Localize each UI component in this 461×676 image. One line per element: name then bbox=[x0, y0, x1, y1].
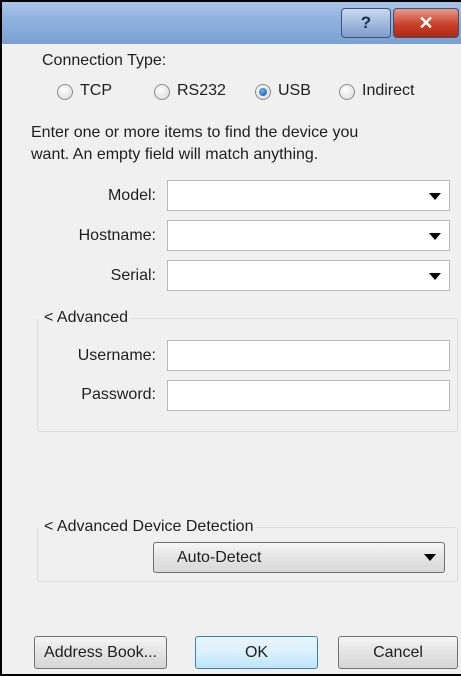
address-book-button[interactable]: Address Book... bbox=[34, 636, 167, 669]
connection-type-label: Connection Type: bbox=[42, 52, 167, 69]
help-button[interactable]: ? bbox=[341, 8, 391, 38]
radio-rs232[interactable] bbox=[154, 84, 170, 100]
model-combo[interactable] bbox=[167, 180, 450, 211]
username-field[interactable] bbox=[167, 340, 450, 371]
model-input[interactable] bbox=[168, 181, 449, 210]
password-label: Password: bbox=[81, 386, 156, 403]
advanced-detection-toggle[interactable]: < Advanced Device Detection bbox=[39, 518, 257, 536]
radio-indirect-label[interactable]: Indirect bbox=[362, 82, 414, 100]
password-input[interactable] bbox=[168, 381, 449, 410]
serial-input[interactable] bbox=[168, 261, 449, 290]
hostname-combo[interactable] bbox=[167, 220, 450, 251]
instructions-line-2: want. An empty field will match anything… bbox=[31, 146, 319, 163]
chevron-down-icon[interactable] bbox=[424, 554, 436, 561]
cancel-button[interactable]: Cancel bbox=[338, 636, 458, 669]
dialog-body: Connection Type: TCP RS232 USB Indirect … bbox=[2, 44, 461, 674]
ok-button[interactable]: OK bbox=[195, 636, 318, 669]
username-input[interactable] bbox=[168, 341, 449, 370]
hostname-input[interactable] bbox=[168, 221, 449, 250]
chevron-down-icon[interactable] bbox=[429, 233, 441, 240]
radio-tcp-label[interactable]: TCP bbox=[80, 82, 112, 100]
chevron-down-icon[interactable] bbox=[429, 193, 441, 200]
serial-label: Serial: bbox=[110, 267, 156, 284]
model-label: Model: bbox=[107, 187, 156, 204]
hostname-label: Hostname: bbox=[78, 227, 156, 244]
radio-rs232-label[interactable]: RS232 bbox=[177, 82, 226, 100]
help-icon: ? bbox=[360, 13, 372, 32]
advanced-toggle[interactable]: < Advanced bbox=[39, 309, 132, 327]
detection-selected-value: Auto-Detect bbox=[177, 549, 262, 566]
radio-usb[interactable] bbox=[255, 84, 271, 100]
username-label: Username: bbox=[77, 347, 156, 364]
close-button[interactable]: ✕ bbox=[393, 8, 459, 38]
instructions-line-1: Enter one or more items to find the devi… bbox=[31, 124, 359, 141]
close-icon: ✕ bbox=[418, 13, 434, 33]
detection-select[interactable]: Auto-Detect bbox=[153, 542, 445, 573]
serial-combo[interactable] bbox=[167, 260, 450, 291]
password-field[interactable] bbox=[167, 380, 450, 411]
radio-tcp[interactable] bbox=[57, 84, 73, 100]
radio-usb-label[interactable]: USB bbox=[278, 82, 311, 100]
title-bar: ? ✕ bbox=[2, 2, 461, 44]
connection-dialog: ? ✕ Connection Type: TCP RS232 USB Indir… bbox=[0, 0, 461, 676]
chevron-down-icon[interactable] bbox=[429, 273, 441, 280]
advanced-group bbox=[37, 318, 458, 432]
radio-indirect[interactable] bbox=[339, 84, 355, 100]
